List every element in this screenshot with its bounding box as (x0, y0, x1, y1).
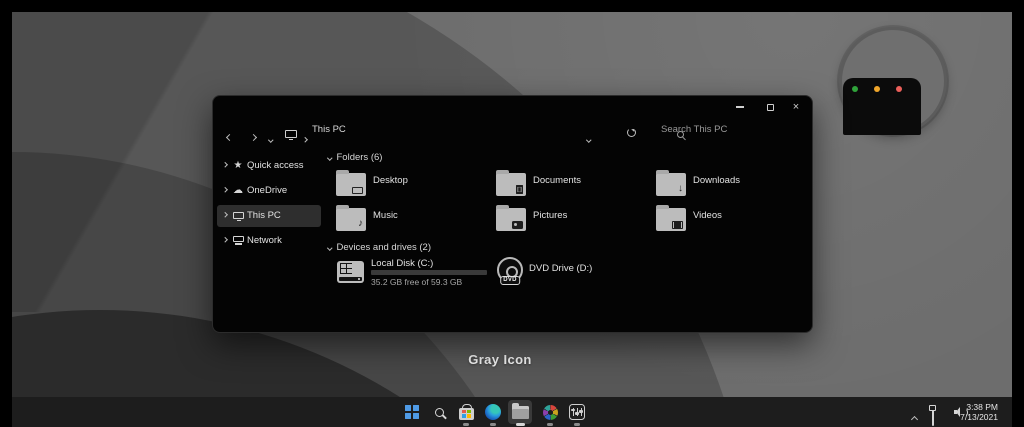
maximize-button[interactable] (757, 98, 783, 116)
breadcrumb-location[interactable]: This PC (312, 124, 346, 135)
collapse-icon (327, 155, 332, 160)
wallpaper-title: Gray Icon (420, 352, 580, 367)
folder-icon (656, 208, 686, 231)
store-bag-icon (459, 408, 474, 420)
sliders-icon (569, 404, 585, 420)
screen: Gray Icon × This PC Search This PC ★ Qui… (0, 0, 1024, 427)
folder-tile-desktop[interactable]: Desktop (336, 173, 486, 201)
folder-tile-pictures[interactable]: Pictures (496, 208, 646, 236)
traffic-dot-green-icon (852, 86, 858, 92)
file-explorer-window: × This PC Search This PC ★ Quick access … (212, 95, 813, 333)
edge-icon (485, 404, 501, 420)
recent-locations-dropdown[interactable] (269, 128, 273, 146)
address-bar-dropdown[interactable] (587, 128, 591, 146)
sidebar-item-onedrive[interactable]: ☁ OneDrive (217, 180, 321, 202)
folder-tile-videos[interactable]: Videos (656, 208, 806, 236)
folder-icon (496, 208, 526, 231)
forward-button[interactable] (251, 127, 256, 145)
tray-date: 7/13/2021 (960, 412, 998, 422)
file-explorer-button[interactable] (508, 400, 532, 424)
start-button[interactable] (400, 400, 424, 424)
tray-time: 3:38 PM (960, 402, 998, 412)
running-indicator (574, 423, 580, 426)
mixer-app-button[interactable] (565, 400, 589, 424)
folder-tile-music[interactable]: ♪ Music (336, 208, 486, 236)
theme-preview-window (843, 78, 921, 135)
folders-section-header[interactable]: Folders (6) (328, 152, 382, 163)
collapse-icon (327, 245, 332, 250)
tray-clock[interactable]: 3:38 PM 7/13/2021 (960, 402, 998, 422)
pinwheel-icon (543, 405, 558, 420)
active-running-indicator (516, 423, 525, 426)
folder-icon (496, 173, 526, 196)
tray-chevron-up-icon[interactable] (912, 409, 917, 427)
network-icon (233, 236, 244, 242)
folder-icon: ↓ (656, 173, 686, 196)
hard-drive-icon (337, 261, 364, 283)
disk-usage-bar (371, 270, 487, 275)
sidebar-item-network[interactable]: Network (217, 230, 321, 252)
sidebar-item-quick-access[interactable]: ★ Quick access (217, 155, 321, 177)
folder-icon (336, 173, 366, 196)
breadcrumb-separator-icon (303, 128, 307, 146)
sidebar-item-this-pc[interactable]: This PC (217, 205, 321, 227)
taskbar: 3:38 PM 7/13/2021 (12, 397, 1012, 427)
taskbar-search-button[interactable] (427, 400, 451, 424)
traffic-dot-yellow-icon (874, 86, 880, 92)
search-input[interactable]: Search This PC (661, 124, 727, 135)
back-button[interactable] (227, 127, 232, 145)
this-pc-icon (285, 130, 297, 138)
folder-tile-downloads[interactable]: ↓ Downloads (656, 173, 806, 201)
dvd-disc-icon: DVD (497, 257, 523, 283)
traffic-dot-red-icon (896, 86, 902, 92)
folder-icon (512, 406, 529, 419)
monitor-icon (233, 212, 244, 219)
minimize-button[interactable] (727, 98, 753, 116)
drives-section-header[interactable]: Devices and drives (2) (328, 242, 431, 253)
folder-icon: ♪ (336, 208, 366, 231)
microsoft-store-button[interactable] (454, 400, 478, 424)
running-indicator (547, 423, 553, 426)
close-button[interactable]: × (783, 98, 809, 116)
pinwheel-app-button[interactable] (538, 400, 562, 424)
cloud-icon: ☁ (232, 185, 244, 197)
search-icon (435, 408, 444, 417)
windows-logo-icon (405, 405, 419, 419)
edge-button[interactable] (481, 400, 505, 424)
running-indicator (490, 423, 496, 426)
star-icon: ★ (232, 160, 244, 172)
refresh-icon[interactable] (627, 128, 636, 137)
folder-tile-documents[interactable]: Documents (496, 173, 646, 201)
display-cast-icon[interactable] (932, 407, 934, 426)
running-indicator (463, 423, 469, 426)
disk-capacity-text: 35.2 GB free of 59.3 GB (371, 277, 462, 287)
